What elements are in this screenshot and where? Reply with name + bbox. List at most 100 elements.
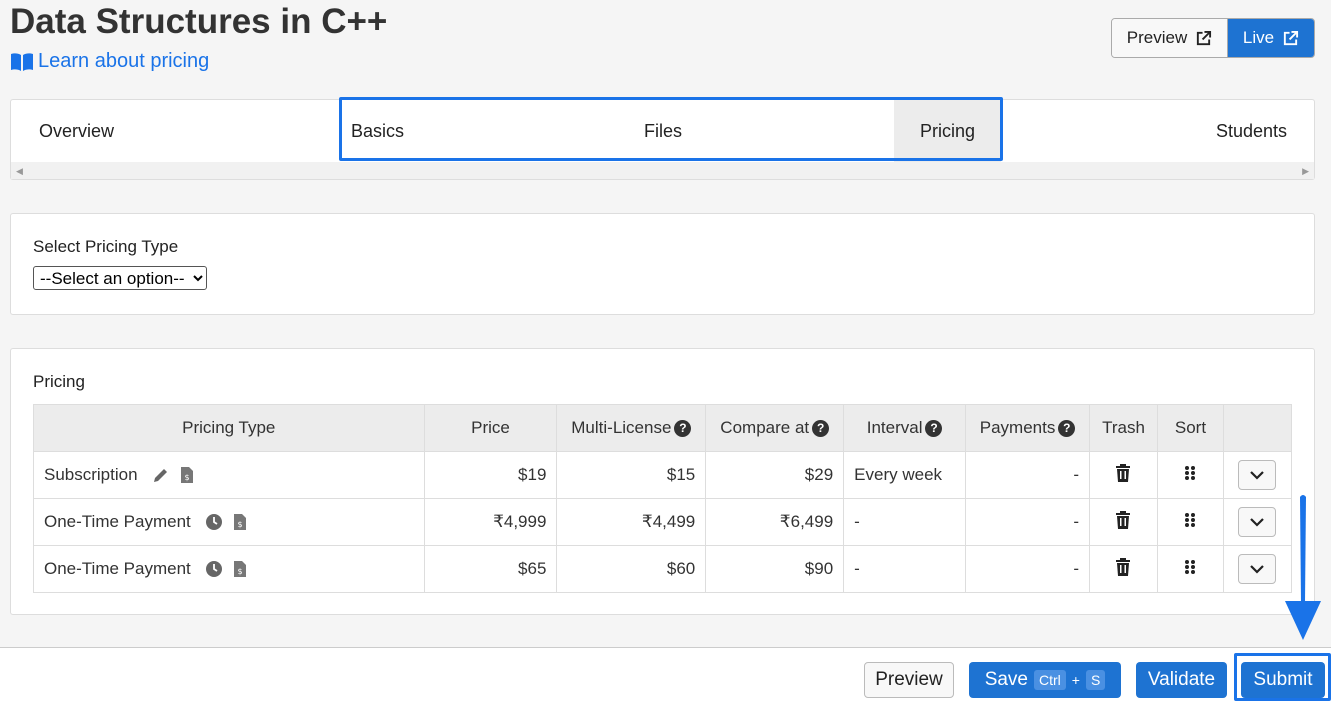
clock-icon[interactable] <box>205 560 223 578</box>
tab-overview[interactable]: Overview <box>39 100 114 162</box>
cell-sort <box>1156 545 1224 593</box>
cell-interval: Every week <box>843 451 967 499</box>
col-pricing-type: Pricing Type <box>33 404 425 452</box>
cell-sort <box>1156 451 1224 499</box>
cell-multi-license: ₹4,499 <box>556 498 707 546</box>
cell-pricing-type: Subscription $ <box>33 451 425 499</box>
expand-row-button[interactable] <box>1238 554 1277 584</box>
cell-interval: - <box>843 545 967 593</box>
invoice-dollar-icon[interactable]: $ <box>231 513 249 531</box>
plus-sign: + <box>1071 672 1080 688</box>
pricing-type-select[interactable]: --Select an option-- <box>33 266 207 290</box>
cell-trash <box>1089 498 1158 546</box>
tab-basics[interactable]: Basics <box>351 100 404 162</box>
cell-pricing-type: One-Time Payment $ <box>33 498 425 546</box>
cell-payments: - <box>965 498 1090 546</box>
view-button-group: Preview Live <box>1111 18 1315 58</box>
chevron-down-icon <box>1250 471 1265 480</box>
submit-button[interactable]: Submit <box>1241 662 1325 698</box>
invoice-dollar-icon[interactable]: $ <box>178 466 196 484</box>
pricing-type-text: One-Time Payment <box>44 512 191 531</box>
svg-text:$: $ <box>237 567 242 576</box>
help-icon[interactable]: ? <box>925 420 943 437</box>
cell-price: $65 <box>423 545 558 593</box>
cell-expand <box>1222 451 1293 499</box>
cell-multi-license: $60 <box>556 545 707 593</box>
scroll-left-icon[interactable]: ◀ <box>16 166 23 177</box>
cell-pricing-type: One-Time Payment $ <box>33 545 425 593</box>
svg-text:$: $ <box>184 473 189 482</box>
table-row: One-Time Payment $ ₹4,999 ₹4,499 ₹6,499 … <box>33 498 1293 546</box>
pricing-type-text: One-Time Payment <box>44 559 191 578</box>
trash-icon[interactable] <box>1115 510 1131 529</box>
cell-compare-at: ₹6,499 <box>705 498 845 546</box>
tab-bar: Overview Basics Files Pricing Students ◀… <box>10 99 1315 180</box>
pricing-card: Pricing Pricing Type Price Multi-License… <box>10 348 1315 615</box>
drag-handle-icon[interactable] <box>1184 512 1196 528</box>
cell-payments: - <box>965 545 1090 593</box>
help-icon[interactable]: ? <box>812 420 830 437</box>
select-pricing-label: Select Pricing Type <box>33 237 179 256</box>
save-label: Save <box>984 669 1028 690</box>
tab-scrollbar[interactable]: ◀ ▶ <box>11 162 1314 179</box>
footer-preview-button[interactable]: Preview <box>864 662 954 698</box>
table-header-row: Pricing Type Price Multi-License? Compar… <box>33 404 1293 452</box>
tab-strip: Overview Basics Files Pricing Students <box>11 100 1314 162</box>
pencil-icon[interactable] <box>152 466 170 484</box>
book-icon <box>11 52 33 71</box>
col-payments: Payments? <box>965 404 1090 452</box>
expand-row-button[interactable] <box>1238 507 1277 537</box>
validate-button[interactable]: Validate <box>1136 662 1227 698</box>
cell-interval: - <box>843 498 967 546</box>
scroll-right-icon[interactable]: ▶ <box>1302 166 1309 177</box>
save-button[interactable]: Save Ctrl + S <box>969 662 1121 698</box>
col-actions <box>1222 404 1293 452</box>
pricing-type-text: Subscription <box>44 465 138 484</box>
col-multi-license: Multi-License? <box>556 404 707 452</box>
ctrl-key-badge: Ctrl <box>1034 670 1066 690</box>
live-button[interactable]: Live <box>1228 19 1314 57</box>
table-row: Subscription $ $19 $15 $29 Every week - <box>33 451 1293 499</box>
tab-files[interactable]: Files <box>644 100 682 162</box>
drag-handle-icon[interactable] <box>1184 465 1196 481</box>
arrow-down-annotation <box>1285 495 1321 640</box>
col-price: Price <box>423 404 558 452</box>
select-pricing-card: Select Pricing Type --Select an option-- <box>10 213 1315 315</box>
external-link-icon <box>1283 30 1299 45</box>
tab-pricing[interactable]: Pricing <box>894 100 1001 162</box>
invoice-dollar-icon[interactable]: $ <box>231 560 249 578</box>
trash-icon[interactable] <box>1115 557 1131 576</box>
col-interval: Interval? <box>843 404 967 452</box>
cell-price: $19 <box>423 451 558 499</box>
live-button-label: Live <box>1242 28 1275 47</box>
preview-button-label: Preview <box>1126 28 1188 47</box>
pricing-table: Pricing Type Price Multi-License? Compar… <box>33 404 1293 593</box>
cell-expand <box>1222 545 1293 593</box>
learn-link-label: Learn about pricing <box>38 50 210 72</box>
pricing-section-label: Pricing <box>33 372 85 391</box>
cell-price: ₹4,999 <box>423 498 558 546</box>
clock-icon[interactable] <box>205 513 223 531</box>
preview-button[interactable]: Preview <box>1112 19 1228 57</box>
chevron-down-icon <box>1250 565 1265 574</box>
drag-handle-icon[interactable] <box>1184 559 1196 575</box>
cell-compare-at: $29 <box>705 451 845 499</box>
cell-compare-at: $90 <box>705 545 845 593</box>
col-compare-at: Compare at? <box>705 404 845 452</box>
cell-trash <box>1089 545 1158 593</box>
col-trash: Trash <box>1089 404 1158 452</box>
cell-expand <box>1222 498 1293 546</box>
cell-sort <box>1156 498 1224 546</box>
page-title: Data Structures in C++ <box>10 2 388 41</box>
s-key-badge: S <box>1085 670 1106 690</box>
trash-icon[interactable] <box>1115 463 1131 482</box>
learn-about-pricing-link[interactable]: Learn about pricing <box>10 50 209 73</box>
action-footer: Preview Save Ctrl + S Validate Submit <box>0 647 1331 702</box>
cell-payments: - <box>965 451 1090 499</box>
tab-students[interactable]: Students <box>1216 100 1287 162</box>
help-icon[interactable]: ? <box>674 420 692 437</box>
chevron-down-icon <box>1250 518 1265 527</box>
col-sort: Sort <box>1156 404 1224 452</box>
help-icon[interactable]: ? <box>1058 420 1076 437</box>
expand-row-button[interactable] <box>1238 460 1277 490</box>
